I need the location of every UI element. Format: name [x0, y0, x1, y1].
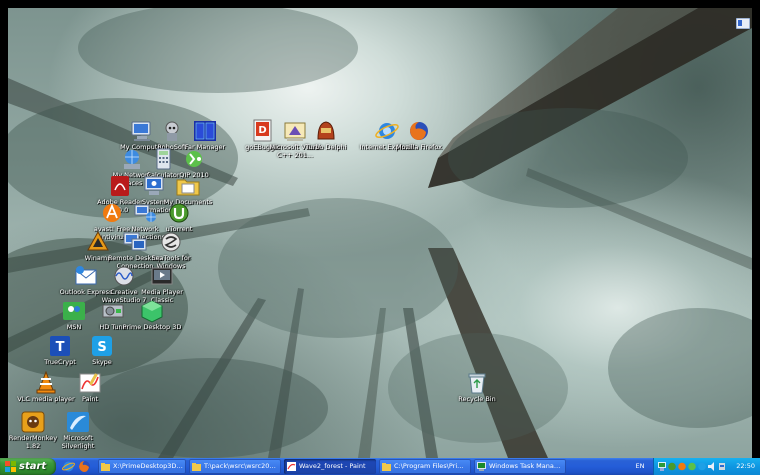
truecrypt-icon: T: [46, 334, 74, 358]
paint-icon: [287, 462, 296, 471]
media-player-classic-icon: [148, 264, 176, 288]
folder-icon: [192, 463, 201, 471]
qip-tray-icon[interactable]: [688, 462, 696, 471]
safely-remove-tray-icon[interactable]: [718, 462, 726, 471]
taskbar-button-paint[interactable]: Wave2_forest - Paint: [284, 459, 376, 474]
start-label: start: [19, 461, 47, 472]
seatools-icon: [157, 230, 185, 254]
taskbar-button-pack-folder[interactable]: T:\pack\wsrc\wsrc201...: [189, 459, 281, 474]
desktop-icon-turbo-delphi[interactable]: Turbo Delphi: [296, 119, 356, 152]
folder-icon: [382, 463, 391, 471]
prime-desktop-icon: [138, 299, 166, 323]
system-tray: 22:50: [653, 458, 760, 475]
recycle-bin-icon: [463, 371, 491, 395]
desktop-icon-prime-desktop-3d[interactable]: Prime Desktop 3D: [122, 299, 182, 332]
svg-text:S: S: [97, 340, 106, 355]
desktop-icon-media-player-classic[interactable]: Media Player Classic: [132, 264, 192, 304]
folder-icon: [101, 463, 110, 471]
skype-icon: S: [88, 334, 116, 358]
firefox-icon[interactable]: [78, 460, 91, 473]
desktop-icon-silverlight[interactable]: Microsoft Silverlight: [48, 410, 108, 450]
my-documents-icon: [174, 174, 202, 198]
internet-explorer-icon[interactable]: [62, 460, 75, 473]
far-manager-icon: [191, 119, 219, 143]
taskbar-button-prime-desktop-folder[interactable]: X:\PrimeDesktop3D_...: [98, 459, 186, 474]
language-indicator[interactable]: EN: [631, 458, 649, 475]
taskbar-button-program-files-folder[interactable]: C:\Program Files\Pri...: [379, 459, 471, 474]
windows-logo-icon: [5, 461, 16, 472]
qip-icon: [180, 147, 208, 171]
skype-tray-icon[interactable]: [698, 462, 706, 471]
network-tray-icon[interactable]: [658, 462, 666, 471]
desktop-icon-paint[interactable]: Paint: [60, 371, 120, 404]
clock[interactable]: 22:50: [736, 458, 755, 475]
avast-tray-icon[interactable]: [678, 462, 686, 471]
task-manager-icon: [477, 462, 486, 471]
silverlight-icon: [64, 410, 92, 434]
firefox-icon: [405, 119, 433, 143]
desktop-icon-skype[interactable]: S Skype: [72, 334, 132, 367]
paint-icon: [76, 371, 104, 395]
desktop-icon-mozilla-firefox[interactable]: Mozilla Firefox: [389, 119, 449, 152]
screen: My Computer RoboSoft Far Manager D goEBu…: [0, 0, 760, 475]
svg-text:T: T: [56, 340, 65, 355]
vlc-icon: [32, 371, 60, 395]
delphi-icon: [312, 119, 340, 143]
top-right-window-icon[interactable]: [735, 14, 751, 30]
rendermonkey-icon: [19, 410, 47, 434]
start-button[interactable]: start: [0, 458, 56, 475]
desktop-icon-recycle-bin[interactable]: Recycle Bin: [447, 371, 507, 404]
utorrent-icon: [165, 201, 193, 225]
taskbar: start X:\PrimeDesktop3D_... T:\pack\wsrc…: [0, 458, 760, 475]
taskbar-button-task-manager[interactable]: Windows Task Manager: [474, 459, 566, 474]
utorrent-tray-icon[interactable]: [668, 462, 676, 471]
volume-tray-icon[interactable]: [708, 462, 716, 471]
desktop-icon-utorrent[interactable]: uTorrent: [149, 201, 209, 234]
